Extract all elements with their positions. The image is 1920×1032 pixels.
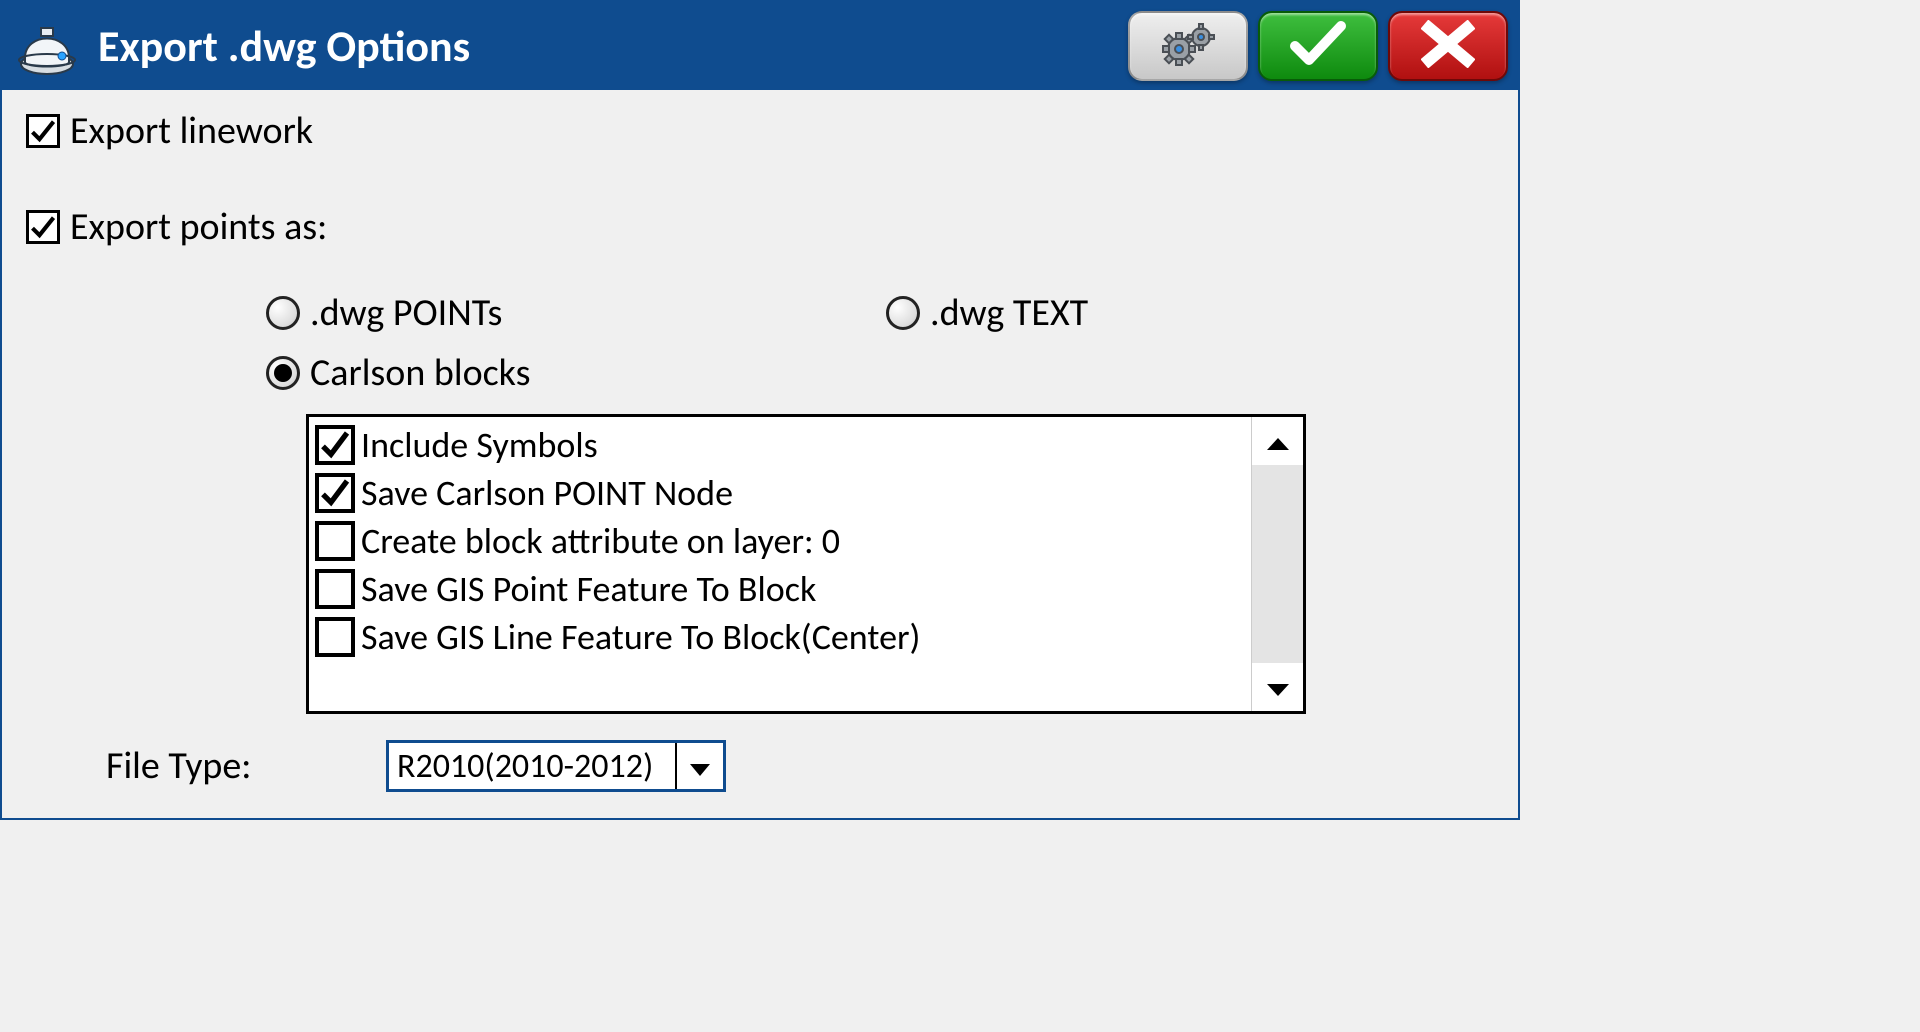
export-points-checkbox[interactable] [26,210,60,244]
radio-dwg-text[interactable] [886,296,920,330]
titlebar: Export .dwg Options [2,2,1518,90]
filetype-dropdown[interactable]: R2010(2010-2012) [386,740,726,792]
options-list: Include Symbols Save Carlson POINT Node … [309,417,1251,711]
list-item-label: Save GIS Point Feature To Block [361,567,816,611]
radio-dwg-points[interactable] [266,296,300,330]
chevron-down-icon [1265,664,1291,710]
settings-button[interactable] [1128,11,1248,81]
list-item: Save GIS Line Feature To Block(Center) [315,613,1245,661]
close-icon [1421,20,1475,73]
gears-icon [1157,21,1219,72]
list-item-label: Include Symbols [361,423,598,467]
dialog-title: Export .dwg Options [92,19,1118,73]
radio-carlson-blocks-label: Carlson blocks [310,350,530,396]
list-item-label: Save GIS Line Feature To Block(Center) [361,615,920,659]
radio-carlson-blocks[interactable] [266,356,300,390]
radio-dwg-text-label: .dwg TEXT [930,290,1088,336]
export-linework-checkbox[interactable] [26,114,60,148]
scroll-down-button[interactable] [1252,663,1303,711]
export-linework-label: Export linework [70,108,313,154]
list-scrollbar[interactable] [1251,417,1303,711]
list-check-include-symbols[interactable] [315,425,355,465]
filetype-value: R2010(2010-2012) [389,743,675,789]
filetype-label: File Type: [106,743,366,789]
list-item: Save Carlson POINT Node [315,469,1245,517]
scroll-up-button[interactable] [1252,417,1303,465]
radio-dwg-points-label: .dwg POINTs [310,290,502,336]
scroll-track[interactable] [1252,465,1303,663]
list-item-label: Save Carlson POINT Node [361,471,733,515]
list-check-save-gis-point[interactable] [315,569,355,609]
list-item: Include Symbols [315,421,1245,469]
check-icon [1289,20,1347,73]
options-listbox: Include Symbols Save Carlson POINT Node … [306,414,1306,714]
dialog-content: Export linework Export points as: .dwg P… [2,90,1518,818]
list-check-save-carlson-point-node[interactable] [315,473,355,513]
chevron-up-icon [1265,418,1291,464]
app-icon [12,11,82,81]
list-item: Create block attribute on layer: 0 [315,517,1245,565]
list-check-save-gis-line[interactable] [315,617,355,657]
dropdown-arrow [675,743,723,789]
list-check-create-block-attr[interactable] [315,521,355,561]
confirm-button[interactable] [1258,11,1378,81]
list-item: Save GIS Point Feature To Block [315,565,1245,613]
cancel-button[interactable] [1388,11,1508,81]
chevron-down-icon [688,743,712,789]
list-item-label: Create block attribute on layer: 0 [361,519,840,563]
export-points-label: Export points as: [70,204,327,250]
